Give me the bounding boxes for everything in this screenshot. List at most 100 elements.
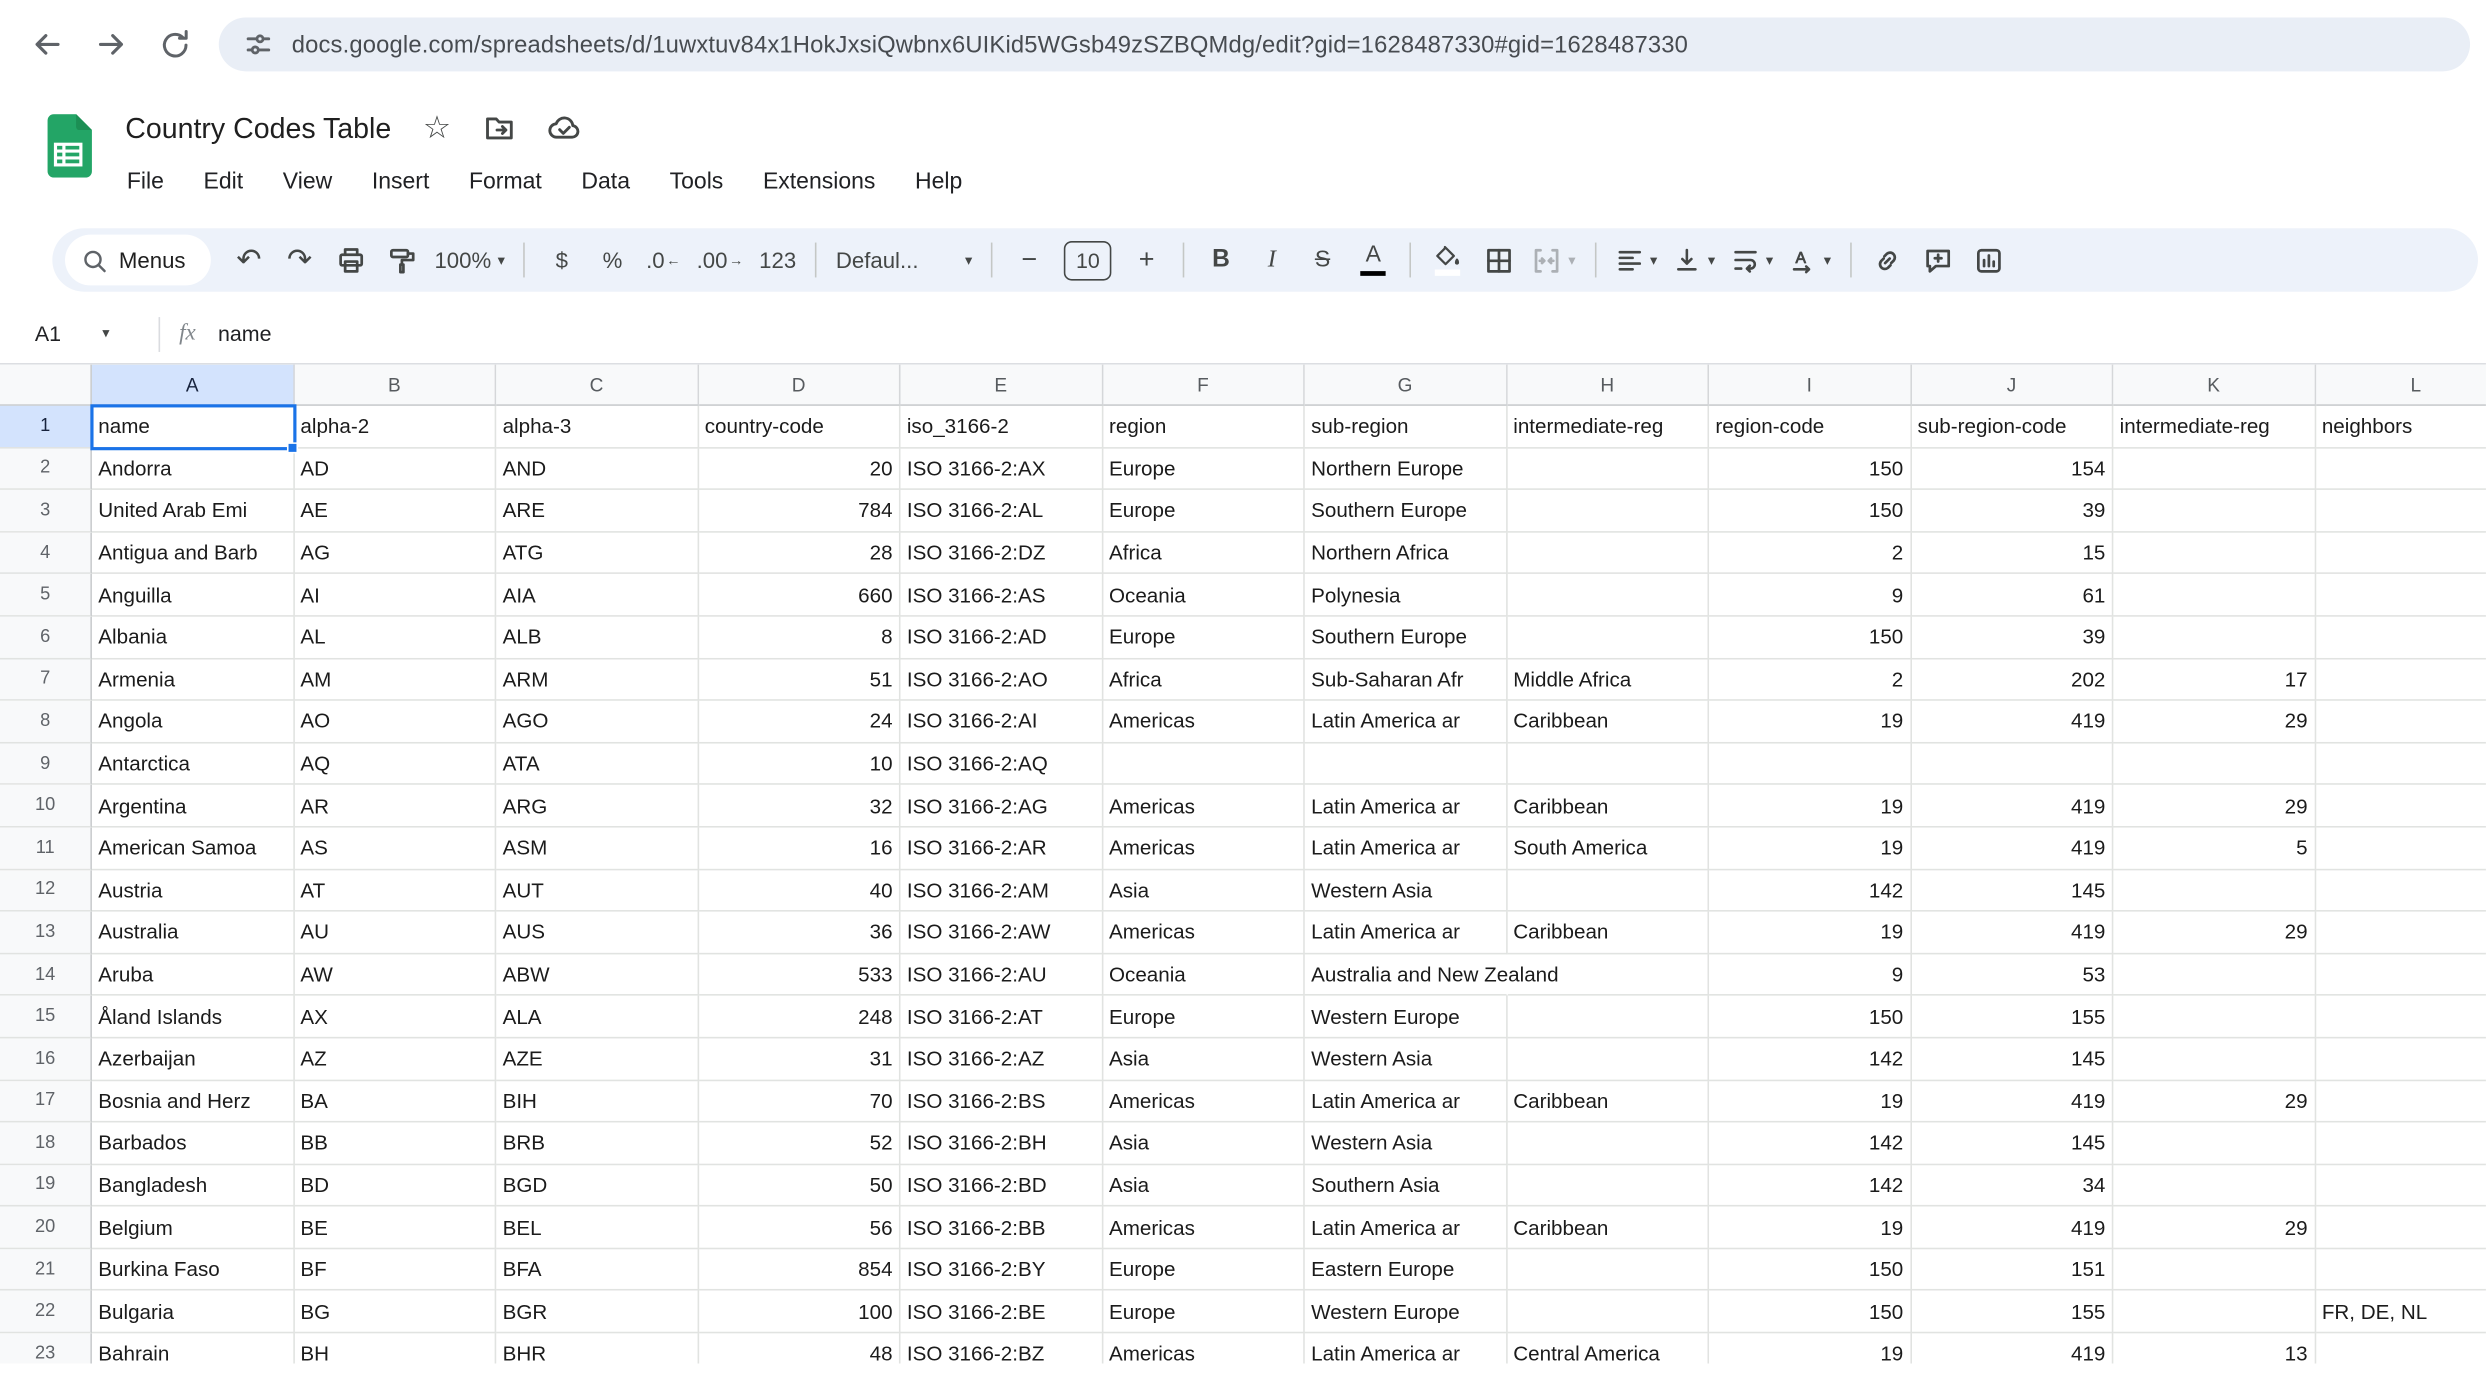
cell-K9[interactable]	[2113, 743, 2315, 785]
cell-E12[interactable]: ISO 3166-2:AM	[901, 870, 1103, 912]
cell-E11[interactable]: ISO 3166-2:AR	[901, 827, 1103, 869]
increase-decimal-button[interactable]: .00→	[689, 235, 752, 286]
cell-A20[interactable]: Belgium	[92, 1207, 294, 1249]
cell-H6[interactable]	[1507, 617, 1709, 659]
cell-E17[interactable]: ISO 3166-2:BS	[901, 1080, 1103, 1122]
cell-I15[interactable]: 150	[1709, 996, 1911, 1038]
format-percent-button[interactable]: %	[587, 235, 638, 286]
menu-help[interactable]: Help	[913, 170, 963, 195]
row-header-15[interactable]: 15	[0, 996, 92, 1038]
cell-F19[interactable]: Asia	[1103, 1165, 1305, 1207]
cell-B9[interactable]: AQ	[294, 743, 496, 785]
row-header-8[interactable]: 8	[0, 701, 92, 743]
cell-I10[interactable]: 19	[1709, 785, 1911, 827]
cell-G17[interactable]: Latin America ar	[1305, 1080, 1507, 1122]
cell-D13[interactable]: 36	[698, 912, 900, 954]
cloud-saved-icon[interactable]	[546, 111, 581, 146]
cell-C11[interactable]: ASM	[496, 827, 698, 869]
cell-L17[interactable]	[2315, 1080, 2485, 1122]
cell-E9[interactable]: ISO 3166-2:AQ	[901, 743, 1103, 785]
cell-E5[interactable]: ISO 3166-2:AS	[901, 575, 1103, 617]
cell-A14[interactable]: Aruba	[92, 954, 294, 996]
star-icon[interactable]: ☆	[423, 113, 451, 145]
cell-K17[interactable]: 29	[2113, 1080, 2315, 1122]
cell-E20[interactable]: ISO 3166-2:BB	[901, 1207, 1103, 1249]
row-header-19[interactable]: 19	[0, 1165, 92, 1207]
cell-F7[interactable]: Africa	[1103, 659, 1305, 701]
cell-B7[interactable]: AM	[294, 659, 496, 701]
row-header-9[interactable]: 9	[0, 743, 92, 785]
insert-chart-button[interactable]	[1964, 235, 2015, 286]
cell-L6[interactable]	[2315, 617, 2485, 659]
cell-K23[interactable]: 13	[2113, 1333, 2315, 1363]
move-to-folder-icon[interactable]	[483, 113, 515, 145]
cell-H22[interactable]	[1507, 1291, 1709, 1333]
cell-C10[interactable]: ARG	[496, 785, 698, 827]
column-header-C[interactable]: C	[496, 365, 698, 406]
undo-button[interactable]: ↶	[224, 235, 275, 286]
cell-D1[interactable]: country-code	[698, 406, 900, 448]
row-header-21[interactable]: 21	[0, 1249, 92, 1291]
cell-I5[interactable]: 9	[1709, 575, 1911, 617]
cell-K1[interactable]: intermediate-reg	[2113, 406, 2315, 448]
menu-view[interactable]: View	[281, 170, 334, 195]
cell-I14[interactable]: 9	[1709, 954, 1911, 996]
cell-J11[interactable]: 419	[1911, 827, 2113, 869]
menu-insert[interactable]: Insert	[370, 170, 431, 195]
cell-L3[interactable]	[2315, 490, 2485, 532]
cell-L10[interactable]	[2315, 785, 2485, 827]
cell-H15[interactable]	[1507, 996, 1709, 1038]
cell-D7[interactable]: 51	[698, 659, 900, 701]
cell-G18[interactable]: Western Asia	[1305, 1123, 1507, 1165]
cell-I13[interactable]: 19	[1709, 912, 1911, 954]
cell-K19[interactable]	[2113, 1165, 2315, 1207]
cell-K7[interactable]: 17	[2113, 659, 2315, 701]
fill-color-button[interactable]	[1422, 235, 1473, 286]
cell-B12[interactable]: AT	[294, 870, 496, 912]
cell-F4[interactable]: Africa	[1103, 532, 1305, 574]
cell-E2[interactable]: ISO 3166-2:AX	[901, 448, 1103, 490]
cell-G20[interactable]: Latin America ar	[1305, 1207, 1507, 1249]
cell-F17[interactable]: Americas	[1103, 1080, 1305, 1122]
cell-G7[interactable]: Sub-Saharan Afr	[1305, 659, 1507, 701]
cell-I9[interactable]	[1709, 743, 1911, 785]
cell-J20[interactable]: 419	[1911, 1207, 2113, 1249]
cell-E14[interactable]: ISO 3166-2:AU	[901, 954, 1103, 996]
cell-L4[interactable]	[2315, 532, 2485, 574]
row-header-11[interactable]: 11	[0, 827, 92, 869]
cell-H18[interactable]	[1507, 1123, 1709, 1165]
cell-B20[interactable]: BE	[294, 1207, 496, 1249]
cell-D22[interactable]: 100	[698, 1291, 900, 1333]
cell-D2[interactable]: 20	[698, 448, 900, 490]
cell-K10[interactable]: 29	[2113, 785, 2315, 827]
row-header-22[interactable]: 22	[0, 1291, 92, 1333]
cell-C2[interactable]: AND	[496, 448, 698, 490]
cell-G12[interactable]: Western Asia	[1305, 870, 1507, 912]
cell-F6[interactable]: Europe	[1103, 617, 1305, 659]
row-header-2[interactable]: 2	[0, 448, 92, 490]
cell-E7[interactable]: ISO 3166-2:AO	[901, 659, 1103, 701]
cell-D12[interactable]: 40	[698, 870, 900, 912]
cell-A16[interactable]: Azerbaijan	[92, 1038, 294, 1080]
cell-L19[interactable]	[2315, 1165, 2485, 1207]
cell-F8[interactable]: Americas	[1103, 701, 1305, 743]
cell-F20[interactable]: Americas	[1103, 1207, 1305, 1249]
increase-font-size-button[interactable]: +	[1121, 235, 1172, 286]
address-bar[interactable]: docs.google.com/spreadsheets/d/1uwxtuv84…	[219, 17, 2470, 71]
document-title[interactable]: Country Codes Table	[125, 112, 391, 145]
cell-I19[interactable]: 142	[1709, 1165, 1911, 1207]
cell-F14[interactable]: Oceania	[1103, 954, 1305, 996]
cell-K22[interactable]	[2113, 1291, 2315, 1333]
cell-J9[interactable]	[1911, 743, 2113, 785]
reload-button[interactable]	[143, 13, 206, 76]
cell-E4[interactable]: ISO 3166-2:DZ	[901, 532, 1103, 574]
cell-C19[interactable]: BGD	[496, 1165, 698, 1207]
cell-C9[interactable]: ATA	[496, 743, 698, 785]
cell-J16[interactable]: 145	[1911, 1038, 2113, 1080]
menu-extensions[interactable]: Extensions	[761, 170, 877, 195]
cell-F1[interactable]: region	[1103, 406, 1305, 448]
cell-K13[interactable]: 29	[2113, 912, 2315, 954]
cell-I8[interactable]: 19	[1709, 701, 1911, 743]
cell-H1[interactable]: intermediate-reg	[1507, 406, 1709, 448]
cell-H17[interactable]: Caribbean	[1507, 1080, 1709, 1122]
